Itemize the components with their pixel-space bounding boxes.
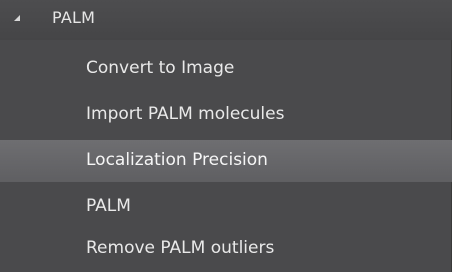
triangle-expanded-icon[interactable]	[14, 15, 20, 21]
tree-item-convert-to-image[interactable]: Convert to Image	[0, 48, 452, 90]
tree-item-label: Localization Precision	[86, 150, 268, 170]
tree-item-label: Convert to Image	[86, 58, 235, 78]
tree-group-label: PALM	[52, 8, 96, 27]
tree-group-palm[interactable]: PALM	[0, 0, 452, 40]
window-margin-bottom	[0, 272, 468, 277]
method-tree-panel: PALM Convert to Image Import PALM molecu…	[0, 0, 452, 272]
tree-item-label: PALM	[86, 196, 131, 216]
tree-item-import-palm-molecules[interactable]: Import PALM molecules	[0, 94, 452, 136]
tree-item-label: Import PALM molecules	[86, 104, 285, 124]
tree-item-palm[interactable]: PALM	[0, 186, 452, 228]
window-margin-right	[452, 0, 468, 277]
tree-item-label: Remove PALM outliers	[86, 238, 275, 258]
tree-item-localization-precision[interactable]: Localization Precision	[0, 140, 452, 182]
tree-item-remove-palm-outliers[interactable]: Remove PALM outliers	[0, 228, 452, 270]
